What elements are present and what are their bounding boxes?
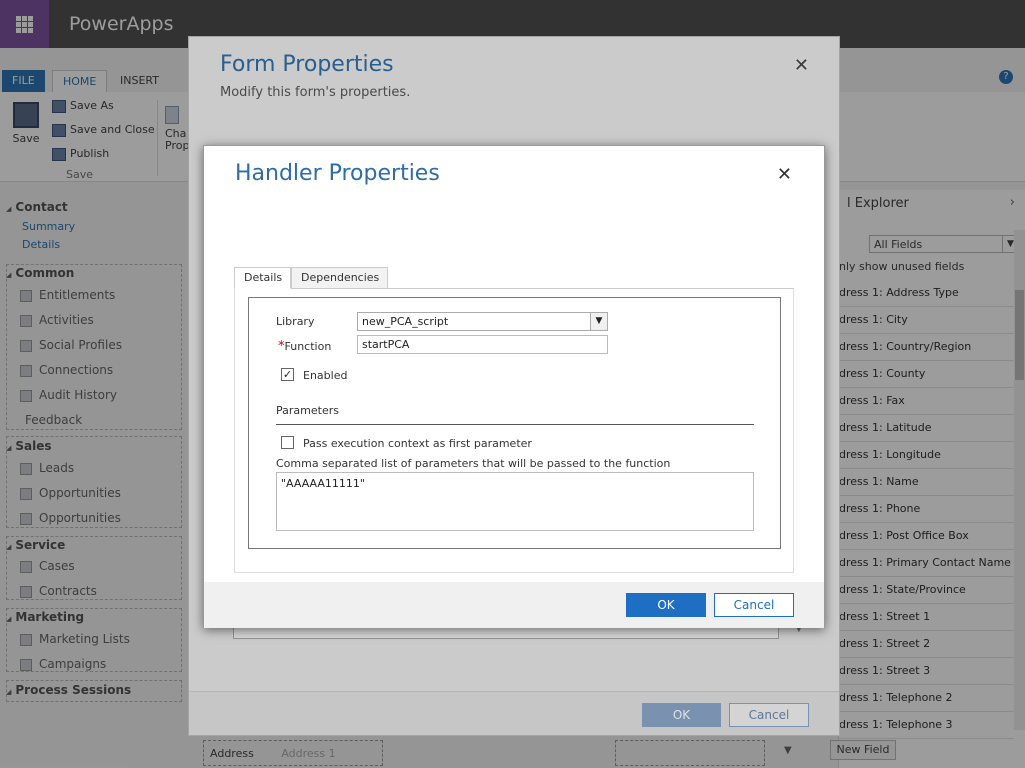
- enabled-checkbox[interactable]: ✓: [281, 368, 294, 381]
- ok-button[interactable]: OK: [626, 593, 706, 617]
- tab-dependencies[interactable]: Dependencies: [291, 267, 388, 289]
- function-input[interactable]: startPCA: [357, 335, 608, 354]
- params-list-label: Comma separated list of parameters that …: [276, 457, 671, 470]
- parameters-textarea[interactable]: "AAAAA11111": [276, 472, 754, 531]
- cancel-button[interactable]: Cancel: [714, 593, 794, 617]
- enabled-label: Enabled: [303, 369, 348, 382]
- function-label: Function: [284, 340, 332, 353]
- library-value: new_PCA_script: [362, 315, 449, 328]
- function-label-wrap: *Function: [278, 339, 331, 354]
- library-label: Library: [276, 315, 315, 328]
- parameters-heading: Parameters: [276, 404, 339, 417]
- close-icon[interactable]: ✕: [777, 164, 792, 185]
- pass-context-checkbox[interactable]: [281, 436, 294, 449]
- handler-properties-dialog: Handler Properties ✕ Details Dependencie…: [203, 145, 825, 628]
- chevron-down-icon: ▼: [590, 313, 607, 330]
- dialog-title: Handler Properties: [235, 161, 440, 186]
- tab-details[interactable]: Details: [234, 267, 291, 289]
- pass-context-label: Pass execution context as first paramete…: [303, 437, 532, 450]
- parameters-divider: [276, 424, 754, 425]
- dialog-footer: OK Cancel: [204, 582, 824, 628]
- library-select[interactable]: new_PCA_script ▼: [357, 312, 608, 331]
